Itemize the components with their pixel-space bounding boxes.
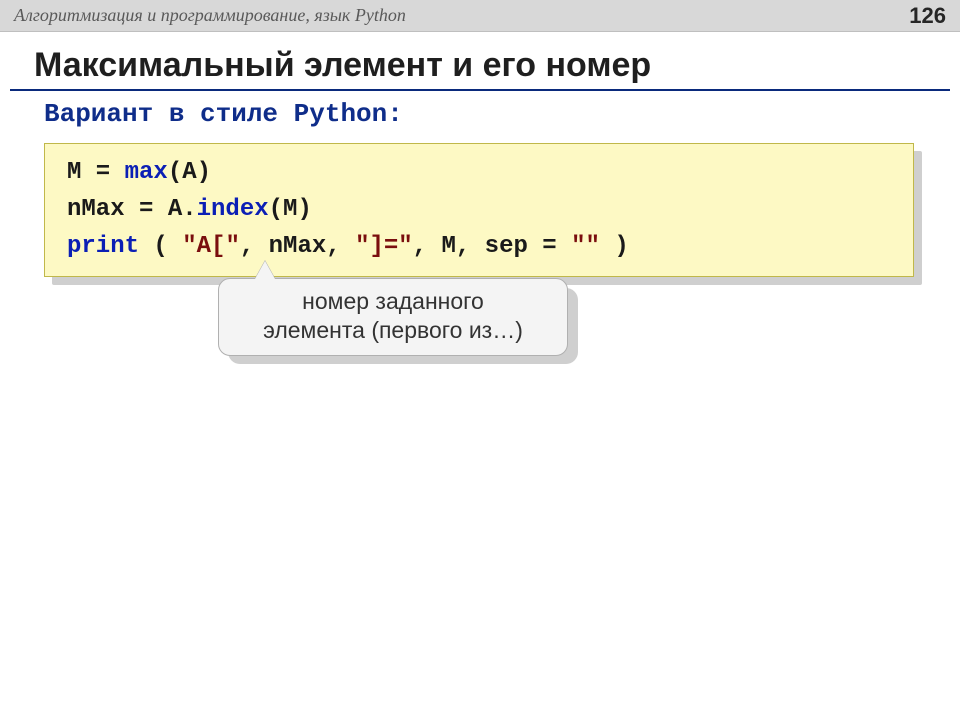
code-text: , M, sep =: [413, 233, 571, 260]
page-number: 126: [909, 3, 946, 29]
code-box: M = max(A) nMax = A.index(M) print ( "A[…: [44, 143, 914, 277]
code-text: ): [600, 233, 629, 260]
callout: номер заданного элемента (первого из…): [218, 278, 568, 356]
code-line-2: nMax = A.index(M): [67, 191, 895, 228]
code-text: (: [153, 233, 182, 260]
code-line-1: M = max(A): [67, 154, 895, 191]
code-text: nMax = A.: [67, 196, 197, 223]
code-text: [139, 233, 153, 260]
code-block: M = max(A) nMax = A.index(M) print ( "A[…: [44, 143, 914, 277]
header-bar: Алгоритмизация и программирование, язык …: [0, 0, 960, 32]
callout-line-1: номер заданного: [237, 287, 549, 316]
subtitle: Вариант в стиле Python:: [44, 99, 960, 129]
code-text: M =: [67, 159, 125, 186]
slide-title: Максимальный элемент и его номер: [34, 46, 960, 85]
course-title: Алгоритмизация и программирование, язык …: [14, 5, 406, 26]
code-keyword-print: print: [67, 233, 139, 260]
code-line-3: print ( "A[", nMax, "]=", M, sep = "" ): [67, 228, 895, 265]
callout-bubble: номер заданного элемента (первого из…): [218, 278, 568, 356]
code-keyword-index: index: [197, 196, 269, 223]
code-string: "": [571, 233, 600, 260]
code-text: (A): [168, 159, 211, 186]
code-keyword-max: max: [125, 159, 168, 186]
code-text: (M): [269, 196, 312, 223]
code-text: , nMax,: [240, 233, 355, 260]
callout-line-2: элемента (первого из…): [237, 316, 549, 345]
code-string: "]=": [355, 233, 413, 260]
code-string: "A[": [182, 233, 240, 260]
title-rule: [10, 89, 950, 91]
